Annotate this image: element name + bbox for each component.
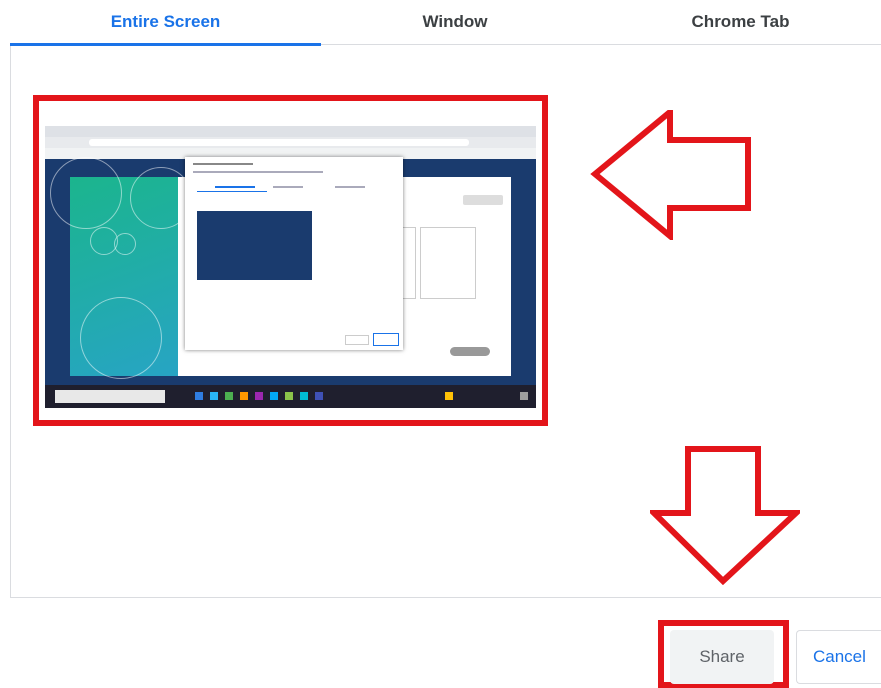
left-arrow-annotation-icon [590, 110, 751, 240]
thumbnail-green-panel [50, 157, 192, 379]
screen-thumbnail-icon[interactable] [45, 126, 536, 408]
screen-thumbnail-highlight[interactable] [33, 95, 548, 426]
thumbnail-card-2 [420, 227, 476, 299]
thumbnail-taskbar [45, 385, 536, 408]
tab-entire-screen[interactable]: Entire Screen [10, 8, 321, 38]
down-arrow-annotation-icon [650, 446, 800, 585]
tab-chrome-tab[interactable]: Chrome Tab [600, 8, 881, 38]
source-tabs: Entire Screen Window Chrome Tab [0, 0, 881, 46]
thumbnail-browser-chrome [45, 126, 536, 159]
share-button[interactable]: Share [670, 630, 774, 684]
tab-window[interactable]: Window [320, 8, 590, 38]
tab-divider [321, 44, 881, 45]
thumbnail-share-dialog [185, 157, 403, 350]
cancel-button[interactable]: Cancel [796, 630, 881, 684]
